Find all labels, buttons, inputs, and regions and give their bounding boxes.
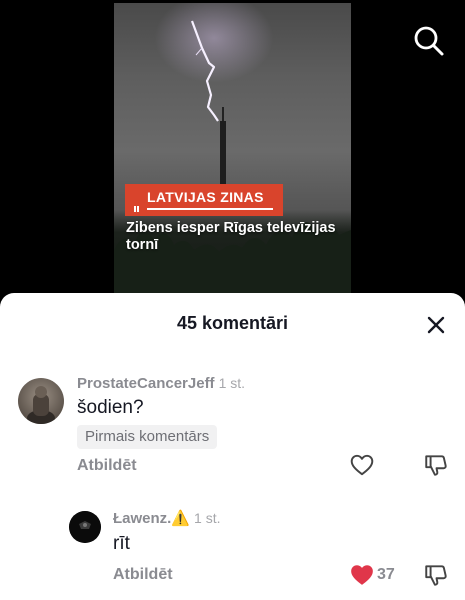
heart-icon (351, 565, 373, 585)
video-headline: Zibens iesper Rīgas televīzijas tornī (126, 220, 336, 253)
like-button[interactable] (349, 452, 375, 478)
video-player[interactable]: LATVIJAS ZINAS Zibens iesper Rīgas telev… (0, 0, 465, 300)
avatar[interactable] (69, 511, 101, 543)
search-icon (414, 26, 444, 56)
reply-button[interactable]: Atbildēt (113, 566, 173, 584)
thumbs-down-icon (425, 565, 447, 586)
first-comment-badge: Pirmais komentārs (77, 425, 218, 449)
comment-text: šodien? (77, 397, 144, 418)
news-tag-label: LATVIJAS ZINAS (147, 189, 264, 205)
comments-sheet: 45 komentāri ProstateCancerJeff 1 st. šod… (0, 293, 465, 600)
comment-username[interactable]: ProstateCancerJeff 1 st. (77, 375, 245, 392)
comment-username[interactable]: Ławenz.⚠️ 1 st. (113, 509, 221, 527)
reply-button[interactable]: Atbildēt (77, 457, 137, 475)
news-tag: LATVIJAS ZINAS (125, 184, 283, 216)
like-count: 37 (377, 566, 395, 583)
avatar-image (69, 511, 101, 543)
comment-text: rīt (113, 533, 130, 554)
comment-time: 1 st. (218, 375, 246, 391)
avatar[interactable] (18, 378, 64, 424)
dislike-button[interactable] (423, 452, 449, 478)
dislike-button[interactable] (423, 562, 449, 588)
close-button[interactable] (424, 313, 448, 337)
search-button[interactable] (410, 22, 446, 58)
like-button[interactable] (349, 562, 375, 588)
thumbs-down-icon (425, 455, 447, 476)
news-tag-underline (147, 208, 273, 210)
close-icon (427, 316, 445, 334)
avatar-image (27, 386, 55, 424)
video-thumbnail[interactable] (114, 3, 351, 300)
comment-time: 1 st. (194, 510, 221, 526)
comments-count-title: 45 komentāri (176, 313, 289, 333)
heart-icon (350, 454, 374, 476)
news-tag-bars-icon (134, 206, 140, 212)
